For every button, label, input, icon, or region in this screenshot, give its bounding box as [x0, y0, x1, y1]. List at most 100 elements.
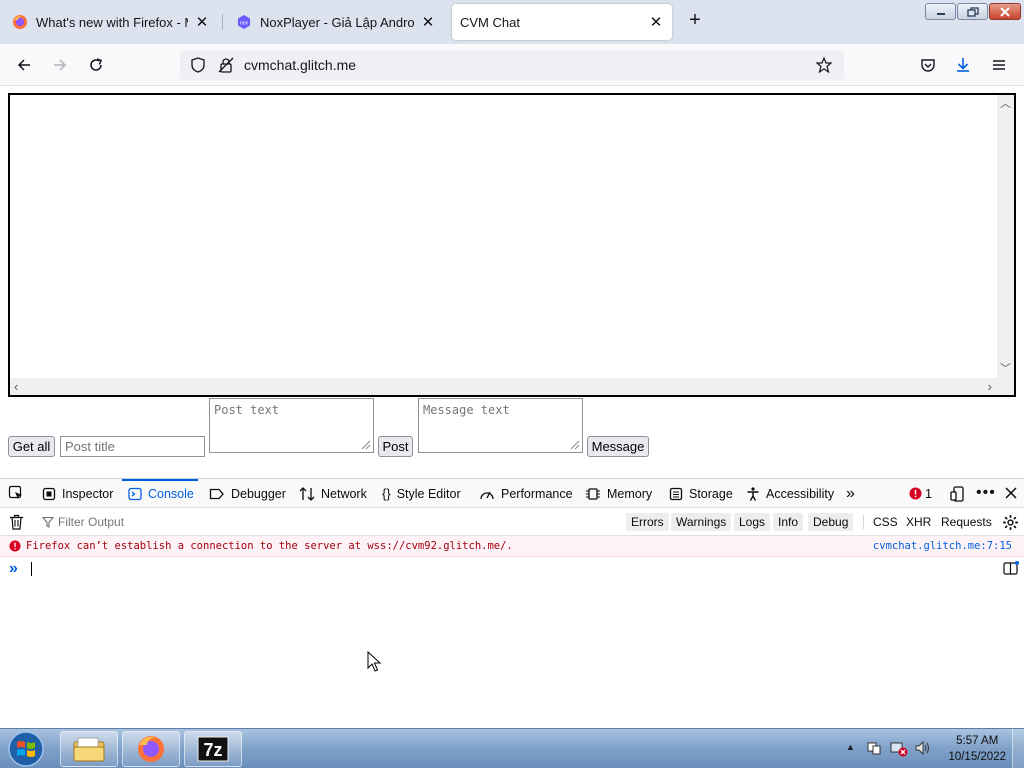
volume-speaker-icon[interactable]: [914, 740, 931, 759]
reload-button[interactable]: [83, 52, 109, 78]
tab-noxplayer[interactable]: nox NoxPlayer - Giả Lập Android Nh ✕: [228, 4, 444, 40]
element-picker-icon[interactable]: [8, 485, 24, 504]
noxplayer-icon: nox: [236, 14, 252, 30]
message-text-placeholder: Message text: [423, 403, 510, 417]
console-message-error[interactable]: Firefox can’t establish a connection to …: [0, 536, 1024, 557]
taskbar-7zip[interactable]: 7z: [184, 731, 242, 767]
taskbar-windows-explorer[interactable]: [60, 731, 118, 767]
tab-label: Console: [148, 486, 194, 501]
tracking-protection-shield-icon[interactable]: [190, 57, 206, 76]
console-input-caret[interactable]: [31, 562, 32, 576]
storage-icon: [669, 487, 683, 500]
app-menu-icon[interactable]: [986, 52, 1012, 78]
error-count-badge[interactable]: 1: [909, 479, 932, 508]
filter-warnings-button[interactable]: Warnings: [671, 513, 732, 531]
console-icon: [128, 487, 142, 500]
back-button[interactable]: [11, 52, 37, 78]
system-clock[interactable]: 5:57 AM 10/15/2022: [948, 733, 1006, 765]
downloads-icon[interactable]: [950, 52, 976, 78]
filter-divider: [863, 515, 864, 529]
network-disconnected-icon[interactable]: [890, 740, 908, 760]
horizontal-scrollbar[interactable]: ‹ ›: [10, 378, 1014, 395]
insecure-lock-icon[interactable]: [218, 57, 234, 76]
tab-label: Accessibility: [766, 486, 835, 501]
filter-errors-button[interactable]: Errors: [626, 513, 669, 531]
debugger-icon: [209, 488, 224, 499]
close-tab-icon[interactable]: ✕: [420, 14, 436, 31]
message-button[interactable]: Message: [587, 436, 649, 457]
post-text-area[interactable]: Post text: [209, 398, 374, 453]
tab-cvm-chat[interactable]: CVM Chat ✕: [452, 4, 672, 40]
action-center-flag-icon[interactable]: [866, 740, 882, 759]
filter-xhr-button[interactable]: XHR: [906, 513, 931, 531]
filter-requests-button[interactable]: Requests: [941, 513, 992, 531]
devtools-toolbar: Inspector Console Debugger Network {} St…: [0, 479, 1024, 508]
more-options-icon[interactable]: •••: [976, 484, 996, 502]
tab-firefox-whats-new[interactable]: What's new with Firefox - More ✕: [4, 4, 218, 40]
post-title-input[interactable]: [60, 436, 205, 457]
bookmark-star-icon[interactable]: [815, 56, 833, 76]
taskbar-firefox[interactable]: [122, 731, 180, 767]
responsive-design-mode-icon[interactable]: [950, 486, 966, 505]
message-text-area[interactable]: Message text: [418, 398, 583, 453]
chat-messages-box[interactable]: ︿ ﹀ ‹ ›: [8, 93, 1016, 397]
scroll-up-arrow-icon[interactable]: ︿: [1000, 95, 1011, 111]
pocket-icon[interactable]: [915, 52, 941, 78]
show-hidden-icons-icon[interactable]: ▲: [846, 742, 855, 752]
close-window-button[interactable]: [989, 3, 1021, 20]
new-tab-button[interactable]: +: [684, 10, 706, 32]
error-source-link[interactable]: cvmchat.glitch.me:7:15: [873, 540, 1012, 552]
console-filter-bar: Errors Warnings Logs Info Debug CSS XHR …: [0, 508, 1024, 536]
tab-memory[interactable]: Memory: [585, 479, 652, 508]
tab-separator: [222, 14, 223, 30]
minimize-window-button[interactable]: [925, 3, 956, 20]
forward-button[interactable]: [47, 52, 73, 78]
resize-grip-icon[interactable]: [568, 438, 580, 450]
post-text-placeholder: Post text: [214, 403, 280, 417]
tab-label: Performance: [501, 486, 573, 501]
tab-performance[interactable]: Performance: [479, 479, 573, 508]
close-tab-icon[interactable]: ✕: [648, 14, 664, 31]
vertical-scrollbar[interactable]: ︿ ﹀: [997, 95, 1014, 378]
more-tools-chevron-icon[interactable]: »: [846, 479, 855, 508]
close-devtools-icon[interactable]: [1004, 486, 1018, 503]
post-button[interactable]: Post: [378, 436, 413, 457]
show-desktop-button[interactable]: [1012, 729, 1024, 769]
svg-text:nox: nox: [240, 21, 249, 27]
tab-inspector[interactable]: Inspector: [42, 479, 113, 508]
network-icon: [299, 486, 315, 501]
filter-css-button[interactable]: CSS: [873, 513, 898, 531]
filter-debug-button[interactable]: Debug: [808, 513, 854, 531]
memory-icon: [586, 487, 600, 500]
tab-debugger[interactable]: Debugger: [209, 479, 286, 508]
console-settings-gear-icon[interactable]: [1002, 514, 1019, 534]
mouse-cursor-icon: [367, 651, 381, 672]
filter-logs-button[interactable]: Logs: [734, 513, 771, 531]
navigation-toolbar: cvmchat.glitch.me: [0, 44, 1024, 86]
clock-time: 5:57 AM: [956, 735, 999, 747]
windows-start-icon[interactable]: [6, 730, 46, 771]
scroll-left-arrow-icon[interactable]: ‹: [14, 379, 18, 394]
restore-window-button[interactable]: [957, 3, 988, 20]
tab-title: NoxPlayer - Giả Lập Android Nh: [260, 14, 414, 30]
close-tab-icon[interactable]: ✕: [194, 14, 210, 31]
windows-taskbar: 7z ▲ 5:57 AM 10/15/2022: [0, 728, 1024, 771]
tab-label: Debugger: [231, 486, 286, 501]
url-text[interactable]: cvmchat.glitch.me: [244, 57, 356, 73]
trash-clear-icon[interactable]: [9, 514, 24, 533]
address-bar[interactable]: cvmchat.glitch.me: [180, 50, 844, 80]
get-all-button[interactable]: Get all: [8, 436, 55, 457]
filter-info-button[interactable]: Info: [773, 513, 804, 531]
resize-grip-icon[interactable]: [359, 438, 371, 450]
error-icon: [9, 540, 21, 555]
console-input-row[interactable]: »: [0, 558, 1024, 580]
tab-accessibility[interactable]: Accessibility: [746, 479, 834, 508]
filter-output-input[interactable]: [56, 513, 356, 531]
tab-console[interactable]: Console: [122, 479, 198, 508]
scroll-right-arrow-icon[interactable]: ›: [988, 379, 992, 394]
tab-style-editor[interactable]: {} Style Editor: [382, 479, 461, 508]
tab-storage[interactable]: Storage: [669, 479, 733, 508]
tab-network[interactable]: Network: [299, 479, 367, 508]
scroll-down-arrow-icon[interactable]: ﹀: [1000, 360, 1011, 376]
editor-mode-toggle-icon[interactable]: [1003, 561, 1019, 579]
